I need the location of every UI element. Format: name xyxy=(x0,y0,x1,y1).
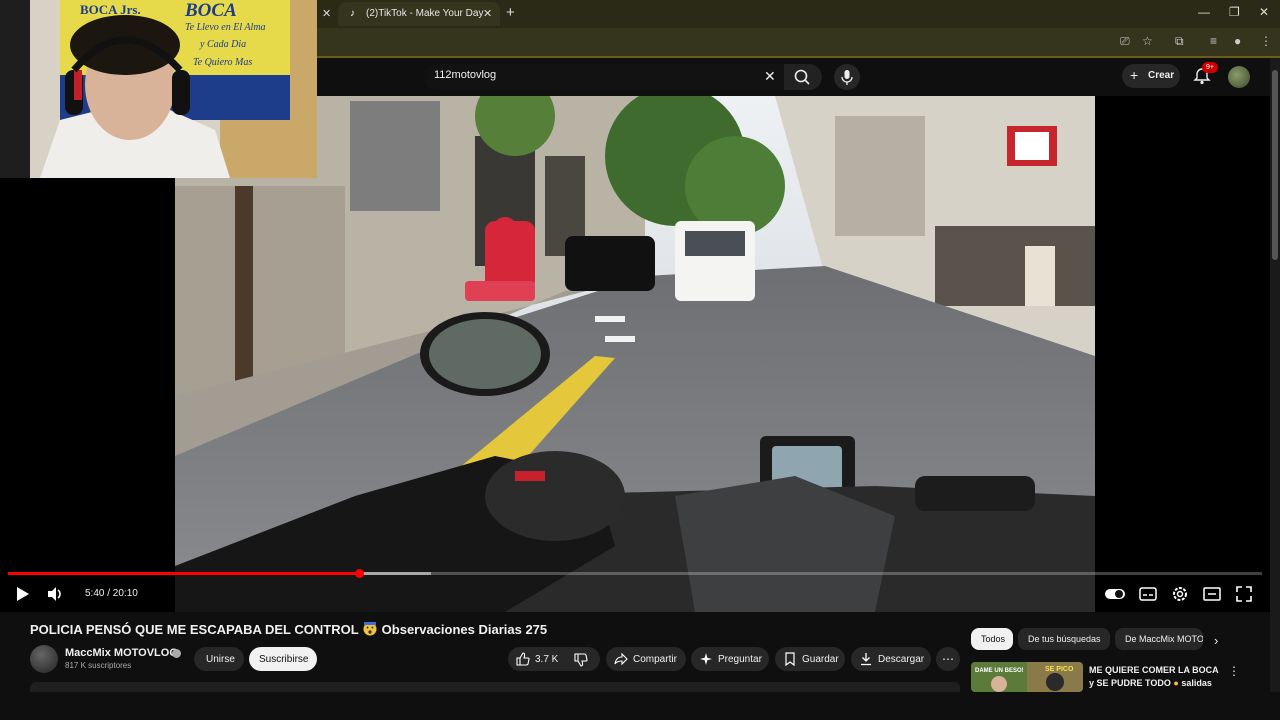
webcam-overlay: BOCA Jrs. BOCA Te Llevo en El Alma y Cad… xyxy=(0,0,317,178)
share-label: Compartir xyxy=(633,654,677,665)
restore-icon[interactable]: ❐ xyxy=(1229,5,1240,19)
chip-from-searches[interactable]: De tus búsquedas xyxy=(1018,628,1110,650)
more-horizontal-icon: ⋯ xyxy=(942,652,954,666)
subtitles-icon[interactable] xyxy=(1138,584,1158,604)
bookmark-star-icon[interactable]: ☆ xyxy=(1142,34,1153,48)
chip-from-searches-label: De tus búsquedas xyxy=(1028,634,1101,644)
notification-badge: 9+ xyxy=(1202,62,1218,73)
media-control-icon[interactable]: ≡ xyxy=(1210,34,1217,48)
close-tab-icon[interactable]: ✕ xyxy=(483,7,492,20)
microphone-icon xyxy=(841,70,853,85)
create-label: Crear xyxy=(1148,70,1175,81)
volume-icon[interactable] xyxy=(45,584,65,604)
chip-all[interactable]: Todos xyxy=(971,628,1013,650)
scream-emoji-icon: ● xyxy=(1173,678,1179,688)
bookmark-icon xyxy=(785,652,795,666)
search-box[interactable]: ✕ xyxy=(424,64,784,90)
like-count[interactable]: 3.7 K xyxy=(535,654,558,665)
minimize-icon[interactable]: — xyxy=(1198,5,1210,19)
recommendation-thumbnail[interactable]: DAME UN BESO! SE PICO xyxy=(971,662,1083,692)
flag-text-3: Te Llevo en El Alma xyxy=(185,22,266,33)
verified-badge-icon xyxy=(172,649,181,658)
progress-played xyxy=(8,572,359,575)
voice-search-button[interactable] xyxy=(834,64,860,90)
more-actions-button[interactable]: ⋯ xyxy=(936,647,960,671)
chevron-right-icon[interactable]: › xyxy=(1214,633,1218,648)
close-tab-icon[interactable]: ✕ xyxy=(322,7,331,20)
settings-gear-icon[interactable] xyxy=(1170,584,1190,604)
profile-icon[interactable]: ● xyxy=(1234,34,1241,48)
extensions-icon[interactable]: ⧉ xyxy=(1175,34,1184,49)
chip-from-channel[interactable]: De MaccMix MOTO xyxy=(1115,628,1203,650)
thumbs-down-icon[interactable] xyxy=(574,653,588,667)
download-button[interactable]: Descargar xyxy=(851,647,931,671)
tiktok-icon: ♪ xyxy=(350,8,355,19)
subscribe-button[interactable]: Suscribirse xyxy=(249,647,317,671)
browser-tab[interactable]: ♪ (2)TikTok - Make Your Day ✕ xyxy=(338,2,500,26)
video-title-text: POLICIA PENSÓ QUE ME ESCAPABA DEL CONTRO… xyxy=(30,622,359,637)
autoplay-toggle-icon[interactable] xyxy=(1104,584,1126,604)
ask-button[interactable]: Preguntar xyxy=(691,647,769,671)
subscribe-label: Suscribirse xyxy=(259,654,309,665)
video-title-suffix: Observaciones Diarias 275 xyxy=(381,622,548,637)
fullscreen-icon[interactable] xyxy=(1234,584,1254,604)
play-icon[interactable] xyxy=(12,584,32,604)
flag-text-5: Te Quiero Mas xyxy=(193,57,252,68)
cast-icon[interactable]: ⎚ xyxy=(1120,34,1130,49)
chip-all-label: Todos xyxy=(981,634,1006,644)
new-tab-icon[interactable]: + xyxy=(506,4,515,21)
save-button[interactable]: Guardar xyxy=(775,647,845,671)
thumbs-up-icon[interactable] xyxy=(516,652,530,666)
channel-name[interactable]: MaccMix MOTOVLOG xyxy=(65,647,178,659)
thumb-text-right: SE PICO xyxy=(1045,666,1074,673)
save-label: Guardar xyxy=(802,654,839,665)
search-icon xyxy=(794,69,810,85)
time-display: 5:40 / 20:10 xyxy=(85,588,138,599)
join-label: Unirse xyxy=(206,654,235,665)
clear-search-icon[interactable]: ✕ xyxy=(764,68,776,85)
channel-avatar[interactable] xyxy=(30,645,58,673)
search-input[interactable] xyxy=(434,69,744,81)
page-bottom xyxy=(0,692,1280,720)
download-icon xyxy=(861,653,871,666)
chip-from-channel-label: De MaccMix MOTO xyxy=(1125,634,1203,644)
download-label: Descargar xyxy=(878,654,925,665)
screen: ✕ ♪ (2)TikTok - Make Your Day ✕ + — ❐ ✕ … xyxy=(0,0,1280,720)
scrubber-handle[interactable] xyxy=(355,569,364,578)
join-button[interactable]: Unirse xyxy=(194,647,244,671)
scrollbar-thumb[interactable] xyxy=(1272,70,1278,260)
shocked-face-emoji-icon xyxy=(363,622,377,636)
flag-text-4: y Cada Dia xyxy=(199,39,246,50)
thumbnail-image: DAME UN BESO! SE PICO xyxy=(971,662,1083,692)
flag-text-2: BOCA xyxy=(184,0,237,21)
more-vertical-icon[interactable]: ⋮ xyxy=(1228,664,1240,678)
tab-title: (2)TikTok - Make Your Day xyxy=(366,8,484,19)
account-avatar[interactable] xyxy=(1228,66,1250,88)
thumb-text-left: DAME UN BESO! xyxy=(975,668,1024,674)
subscriber-count: 817 K suscriptores xyxy=(65,661,132,670)
video-title: POLICIA PENSÓ QUE ME ESCAPABA DEL CONTRO… xyxy=(30,622,547,637)
create-button[interactable]: + Crear xyxy=(1122,64,1180,88)
search-button[interactable] xyxy=(784,64,822,90)
description-box[interactable] xyxy=(30,682,960,692)
ask-label: Preguntar xyxy=(718,654,762,665)
share-arrow-icon xyxy=(614,652,628,666)
close-window-icon[interactable]: ✕ xyxy=(1259,5,1269,19)
webcam-feed: BOCA Jrs. BOCA Te Llevo en El Alma y Cad… xyxy=(0,0,317,178)
sparkle-icon xyxy=(700,653,712,665)
theater-mode-icon[interactable] xyxy=(1202,584,1222,604)
like-dislike-group: 3.7 K xyxy=(508,647,600,671)
browser-menu-icon[interactable]: ⋮ xyxy=(1260,34,1272,48)
flag-text-1: BOCA Jrs. xyxy=(80,2,141,17)
plus-icon: + xyxy=(1130,67,1139,83)
share-button[interactable]: Compartir xyxy=(606,647,686,671)
